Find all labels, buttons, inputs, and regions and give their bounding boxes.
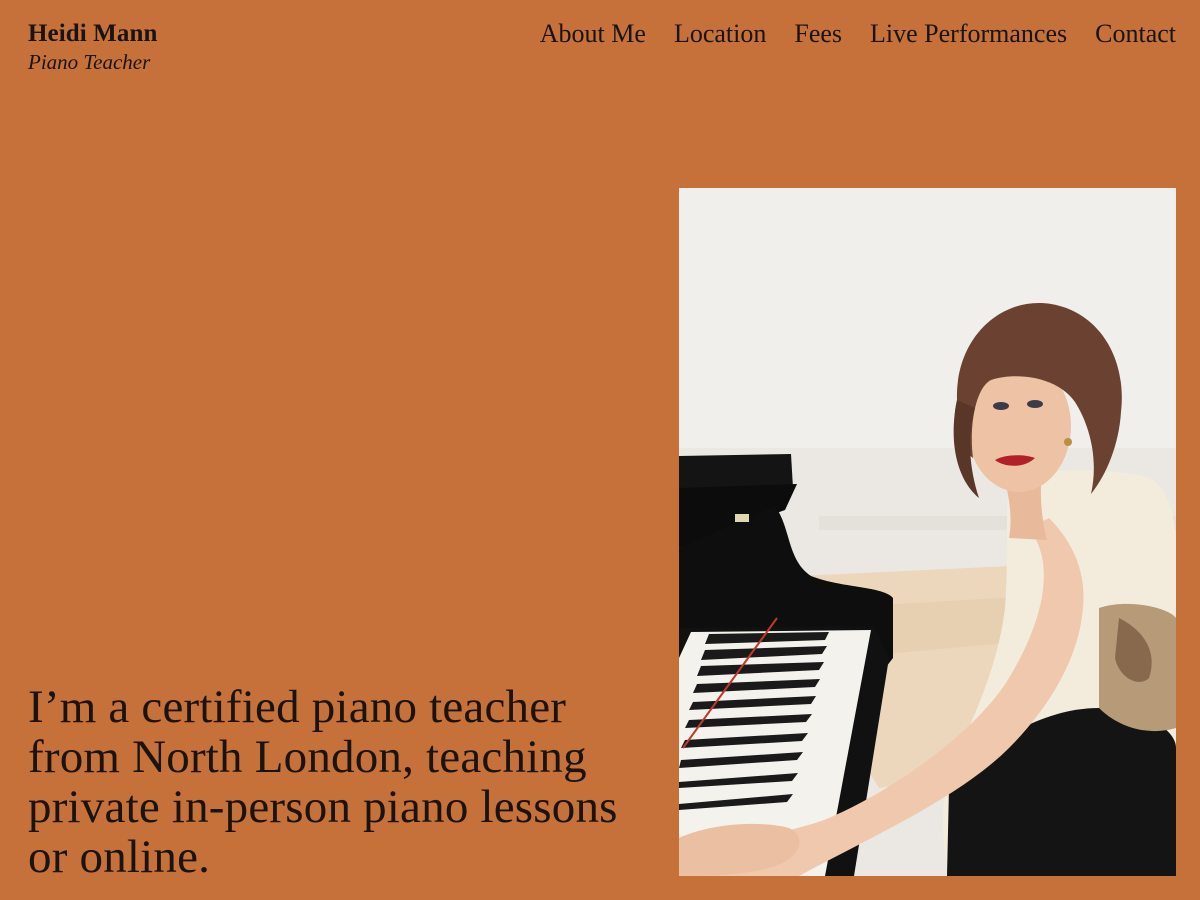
nav-item-live-performances: Live Performances — [870, 16, 1067, 52]
nav-item-location: Location — [674, 16, 766, 52]
nav-link-live-performances[interactable]: Live Performances — [870, 19, 1067, 48]
site-brand: Heidi Mann Piano Teacher — [28, 18, 158, 74]
nav-link-fees[interactable]: Fees — [794, 19, 842, 48]
nav-link-location[interactable]: Location — [674, 19, 766, 48]
site-name[interactable]: Heidi Mann — [28, 18, 158, 50]
nav-item-about: About Me — [540, 16, 646, 52]
nav-link-contact[interactable]: Contact — [1095, 19, 1176, 48]
nav-link-about-me[interactable]: About Me — [540, 19, 646, 48]
main-nav: About Me Location Fees Live Performances… — [540, 16, 1176, 52]
hero-photo — [679, 188, 1176, 876]
pianist-photo-illustration — [679, 188, 1176, 876]
nav-item-fees: Fees — [794, 16, 842, 52]
site-subtitle: Piano Teacher — [28, 50, 151, 74]
hero-intro-text: I’m a certified piano teacher from North… — [28, 681, 618, 883]
nav-item-contact: Contact — [1095, 16, 1176, 52]
